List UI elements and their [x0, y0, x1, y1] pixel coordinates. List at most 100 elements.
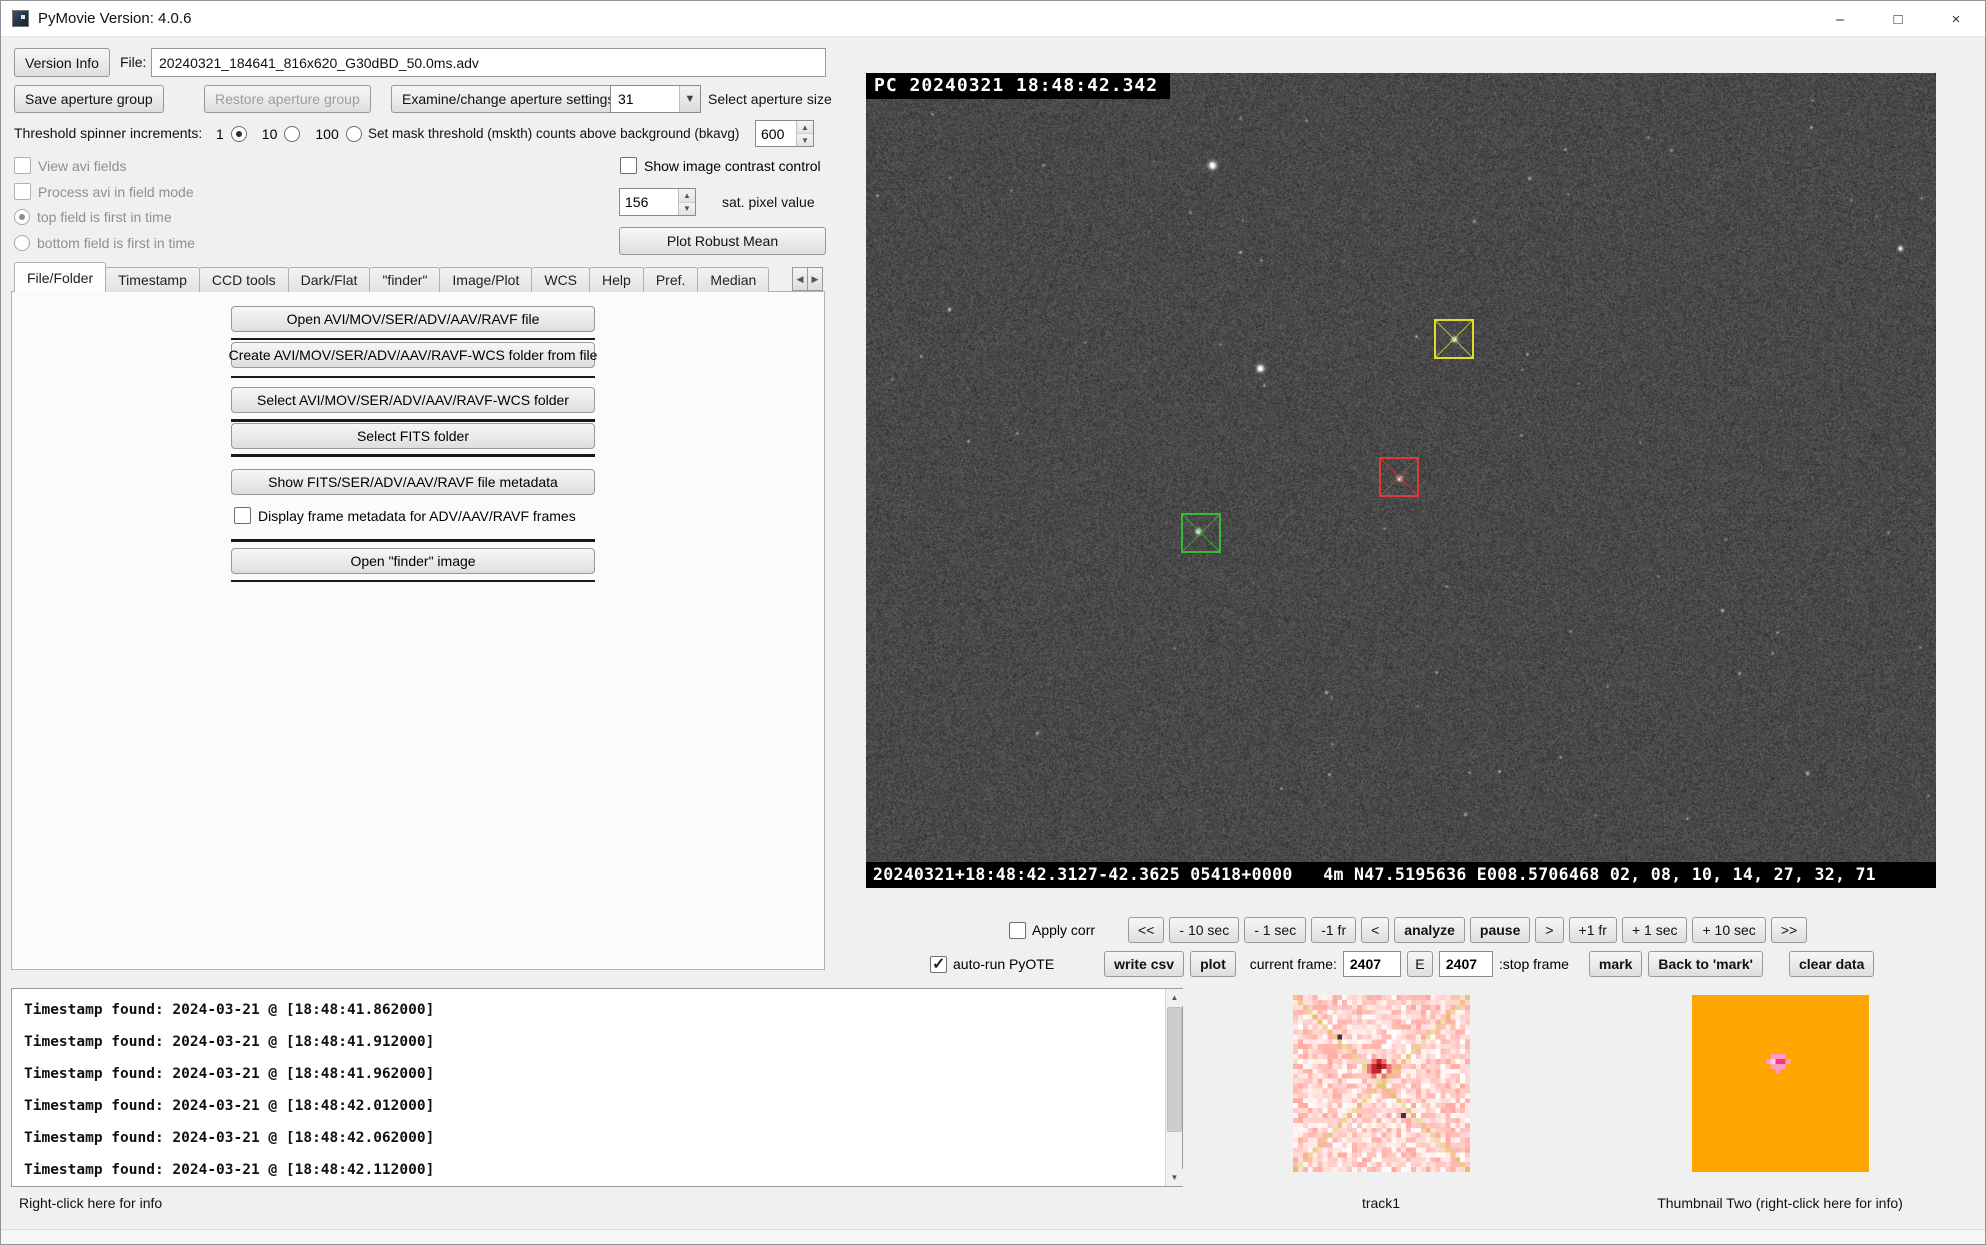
- tab-scroll-right-icon[interactable]: ▶: [807, 267, 823, 291]
- view-avi-fields-checkbox: [14, 157, 31, 174]
- examine-aperture-settings-button[interactable]: Examine/change aperture settings: [391, 85, 625, 113]
- aperture-marker-yellow[interactable]: [1434, 319, 1474, 359]
- mask-threshold-label: Set mask threshold (mskth) counts above …: [368, 120, 739, 147]
- back-to-mark-button[interactable]: Back to 'mark': [1648, 951, 1763, 977]
- mask-threshold-spinbox[interactable]: ▲ ▼: [755, 120, 814, 147]
- tab-image-plot[interactable]: Image/Plot: [439, 267, 532, 292]
- log-line: Timestamp found: 2024-03-21 @ [18:48:42.…: [24, 1154, 1152, 1186]
- aperture-size-label: Select aperture size: [708, 85, 832, 113]
- playback-button-1-sec[interactable]: - 1 sec: [1244, 917, 1306, 943]
- tab-pref[interactable]: Pref.: [643, 267, 699, 292]
- playback-button-10-sec[interactable]: + 10 sec: [1692, 917, 1765, 943]
- top-field-first-label: top field is first in time: [37, 209, 172, 225]
- threshold-radio-10[interactable]: [284, 126, 300, 142]
- clear-data-button[interactable]: clear data: [1789, 951, 1874, 977]
- restore-aperture-group-button: Restore aperture group: [204, 85, 371, 113]
- divider: [231, 454, 595, 457]
- scroll-down-icon[interactable]: ▼: [1166, 1169, 1183, 1186]
- aperture-marker-red[interactable]: [1379, 457, 1419, 497]
- sat-pixel-input[interactable]: [620, 189, 678, 215]
- scrollbar-thumb[interactable]: [1167, 1007, 1182, 1132]
- aperture-size-select[interactable]: 31 ▼: [610, 85, 701, 113]
- tab-ccd-tools[interactable]: CCD tools: [199, 267, 289, 292]
- playback-button-step-0[interactable]: <<: [1128, 917, 1164, 943]
- open-video-file-button[interactable]: Open AVI/MOV/SER/ADV/AAV/RAVF file: [231, 306, 595, 332]
- version-info-button[interactable]: Version Info: [14, 48, 110, 77]
- save-aperture-group-button[interactable]: Save aperture group: [14, 85, 164, 113]
- playback-button-1-fr[interactable]: -1 fr: [1311, 917, 1356, 943]
- mark-button[interactable]: mark: [1589, 951, 1642, 977]
- chevron-down-icon: ▼: [679, 86, 700, 112]
- apply-corr-row: Apply corr: [1009, 922, 1095, 939]
- playback-button-pause[interactable]: pause: [1470, 917, 1530, 943]
- aperture-marker-green[interactable]: [1181, 513, 1221, 553]
- plot-button[interactable]: plot: [1190, 951, 1236, 977]
- threshold-increments-label: Threshold spinner increments:: [14, 120, 202, 147]
- show-file-metadata-button[interactable]: Show FITS/SER/ADV/AAV/RAVF file metadata: [231, 469, 595, 495]
- spin-down-icon[interactable]: ▼: [679, 203, 695, 216]
- divider: [231, 376, 595, 378]
- tab-wcs[interactable]: WCS: [531, 267, 590, 292]
- mask-threshold-input[interactable]: [756, 121, 796, 146]
- display-frame-metadata-checkbox[interactable]: [234, 507, 251, 524]
- log-line: Timestamp found: 2024-03-21 @ [18:48:41.…: [24, 1026, 1152, 1058]
- open-finder-image-button[interactable]: Open "finder" image: [231, 548, 595, 574]
- tab-dark-flat[interactable]: Dark/Flat: [288, 267, 371, 292]
- sat-pixel-spinbox[interactable]: ▲ ▼: [619, 188, 696, 216]
- auto-run-pyote-label: auto-run PyOTE: [953, 956, 1054, 972]
- current-frame-input[interactable]: [1343, 951, 1401, 977]
- playback-controls-row: Apply corr <<- 10 sec- 1 sec-1 fr<analyz…: [1009, 917, 1807, 943]
- tab-timestamp[interactable]: Timestamp: [105, 267, 200, 292]
- plot-robust-mean-button[interactable]: Plot Robust Mean: [619, 227, 826, 255]
- spin-down-icon[interactable]: ▼: [797, 134, 813, 146]
- playback-button-1-fr[interactable]: +1 fr: [1569, 917, 1617, 943]
- log-line: Timestamp found: 2024-03-21 @ [18:48:42.…: [24, 1122, 1152, 1154]
- thumbnail-one-track1[interactable]: [1293, 995, 1470, 1172]
- window-controls: – □ ×: [1811, 1, 1985, 37]
- threshold-radio-100[interactable]: [346, 126, 362, 142]
- view-avi-fields-label: View avi fields: [38, 158, 126, 174]
- tab-scroll-left-icon[interactable]: ◀: [792, 267, 808, 291]
- file-path-input[interactable]: [151, 48, 826, 77]
- tab-help[interactable]: Help: [589, 267, 644, 292]
- select-fits-folder-button[interactable]: Select FITS folder: [231, 423, 595, 449]
- threshold-radio-1[interactable]: [231, 126, 247, 142]
- tab-median[interactable]: Median: [697, 267, 769, 292]
- auto-run-pyote-checkbox[interactable]: [930, 956, 947, 973]
- timestamp-log[interactable]: Timestamp found: 2024-03-21 @ [18:48:41.…: [11, 988, 1183, 1187]
- playback-button-step-11[interactable]: >>: [1771, 917, 1807, 943]
- close-button[interactable]: ×: [1927, 1, 1985, 37]
- scroll-up-icon[interactable]: ▲: [1166, 989, 1183, 1006]
- horizontal-scrollbar[interactable]: [1, 1229, 1985, 1245]
- track1-label: track1: [1362, 1195, 1400, 1211]
- write-csv-button[interactable]: write csv: [1104, 951, 1184, 977]
- image-display-area[interactable]: PC 20240321 18:48:42.342 20240321+18:48:…: [866, 73, 1936, 888]
- playback-button-analyze[interactable]: analyze: [1394, 917, 1465, 943]
- threshold-increment-radios: 110100: [208, 120, 362, 147]
- playback-button-step-7[interactable]: >: [1535, 917, 1563, 943]
- playback-button-1-sec[interactable]: + 1 sec: [1622, 917, 1688, 943]
- tab-strip: File/FolderTimestampCCD toolsDark/Flat"f…: [14, 262, 791, 292]
- process-avi-field-mode-label: Process avi in field mode: [38, 184, 194, 200]
- divider: [231, 580, 595, 582]
- tab-finder[interactable]: "finder": [369, 267, 440, 292]
- thumbnail-two[interactable]: [1692, 995, 1869, 1172]
- playback-button-step-4[interactable]: <: [1361, 917, 1389, 943]
- select-wcs-folder-button[interactable]: Select AVI/MOV/SER/ADV/AAV/RAVF-WCS fold…: [231, 387, 595, 413]
- view-avi-fields-row: View avi fields: [14, 157, 126, 174]
- spin-up-icon[interactable]: ▲: [797, 121, 813, 134]
- tab-file-folder[interactable]: File/Folder: [14, 262, 106, 292]
- vti-timestamp-bottom-overlay: 20240321+18:48:42.3127-42.3625 05418+000…: [866, 862, 1936, 888]
- apply-corr-checkbox[interactable]: [1009, 922, 1026, 939]
- playback-button-10-sec[interactable]: - 10 sec: [1169, 917, 1239, 943]
- log-scrollbar: ▲ ▼: [1165, 989, 1182, 1186]
- top-field-first-row: top field is first in time: [14, 209, 172, 225]
- stop-frame-input[interactable]: [1439, 951, 1493, 977]
- show-contrast-checkbox[interactable]: [620, 157, 637, 174]
- spin-up-icon[interactable]: ▲: [679, 189, 695, 203]
- vti-timestamp-top-overlay: PC 20240321 18:48:42.342: [866, 73, 1170, 99]
- pymovie-window: PyMovie Version: 4.0.6 – □ × Version Inf…: [0, 0, 1986, 1245]
- e-button[interactable]: E: [1407, 951, 1433, 977]
- maximize-button[interactable]: □: [1869, 1, 1927, 37]
- minimize-button[interactable]: –: [1811, 1, 1869, 37]
